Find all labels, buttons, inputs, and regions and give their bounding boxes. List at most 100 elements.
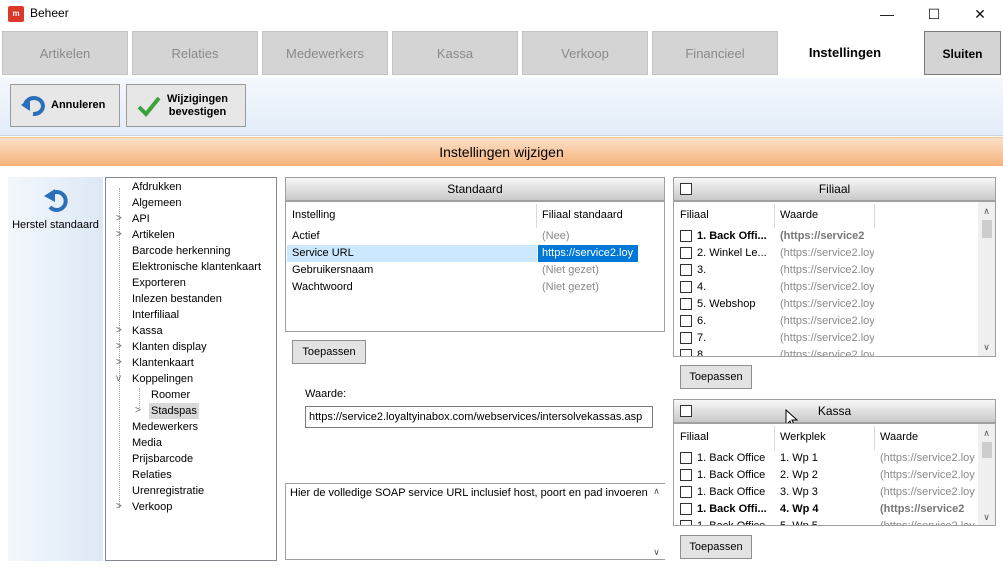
setting-value[interactable]: (Nee) bbox=[542, 228, 570, 245]
scroll-thumb[interactable] bbox=[982, 442, 992, 458]
title-bar: m Beheer — ☐ ✕ bbox=[0, 0, 1003, 28]
kassa-value[interactable]: (https://service2.loy bbox=[880, 518, 976, 525]
row-checkbox[interactable] bbox=[680, 281, 692, 293]
filiaal-value[interactable]: (https://service2.loy bbox=[780, 296, 874, 313]
kassa-value[interactable]: (https://service2 bbox=[880, 501, 976, 518]
kassa-werkplek[interactable]: 3. Wp 3 bbox=[780, 484, 874, 501]
row-checkbox[interactable] bbox=[680, 469, 692, 481]
kassa-werkplek[interactable]: 4. Wp 4 bbox=[780, 501, 874, 518]
cancel-label: Annuleren bbox=[51, 99, 106, 111]
tab-relaties[interactable]: Relaties bbox=[132, 31, 258, 75]
setting-row[interactable]: Gebruikersnaam bbox=[292, 262, 373, 279]
filiaal-value[interactable]: (https://service2.loy bbox=[780, 279, 874, 296]
filiaal-scrollbar[interactable]: ∧ ∨ bbox=[978, 202, 995, 356]
setting-value[interactable]: (Niet gezet) bbox=[542, 279, 599, 296]
row-checkbox[interactable] bbox=[680, 247, 692, 259]
scroll-up-icon[interactable]: ∧ bbox=[648, 484, 665, 498]
scroll-up-icon[interactable]: ∧ bbox=[978, 204, 995, 218]
kassa-filiaal[interactable]: 1. Back Office bbox=[697, 467, 772, 484]
kassa-scrollbar[interactable]: ∧ ∨ bbox=[978, 424, 995, 525]
maximize-icon[interactable]: ☐ bbox=[911, 0, 957, 28]
kassa-filiaal[interactable]: 1. Back Office bbox=[697, 518, 772, 525]
setting-row[interactable]: Wachtwoord bbox=[292, 279, 353, 296]
scroll-up-icon[interactable]: ∧ bbox=[978, 426, 995, 440]
col-header-filiaal: Filiaal bbox=[680, 431, 709, 443]
scroll-down-icon[interactable]: ∨ bbox=[978, 510, 995, 524]
col-header-default: Filiaal standaard bbox=[542, 209, 623, 221]
kassa-filiaal[interactable]: 1. Back Offi... bbox=[697, 501, 772, 518]
tab-instellingen[interactable]: Instellingen bbox=[780, 28, 910, 78]
tab-medewerkers[interactable]: Medewerkers bbox=[262, 31, 388, 75]
waarde-input[interactable]: https://service2.loyaltyinabox.com/webse… bbox=[305, 406, 653, 428]
kassa-header: Kassa bbox=[673, 399, 996, 423]
row-checkbox[interactable] bbox=[680, 264, 692, 276]
filiaal-name[interactable]: 6. bbox=[697, 313, 772, 330]
filiaal-name[interactable]: 4. bbox=[697, 279, 772, 296]
reset-defaults-button[interactable]: Herstel standaard bbox=[8, 177, 103, 561]
kassa-filiaal[interactable]: 1. Back Office bbox=[697, 450, 772, 467]
filiaal-value[interactable]: (https://service2 bbox=[780, 228, 874, 245]
row-checkbox[interactable] bbox=[680, 298, 692, 310]
row-checkbox[interactable] bbox=[680, 503, 692, 515]
setting-value[interactable]: (Niet gezet) bbox=[542, 262, 599, 279]
setting-row-selected[interactable]: Service URL bbox=[292, 245, 532, 262]
row-checkbox[interactable] bbox=[680, 230, 692, 242]
filiaal-value[interactable]: (https://service2.loy bbox=[780, 347, 874, 356]
col-header-waarde: Waarde bbox=[880, 431, 919, 443]
standaard-apply-button[interactable]: Toepassen bbox=[292, 340, 366, 364]
kassa-werkplek[interactable]: 2. Wp 2 bbox=[780, 467, 874, 484]
filiaal-name[interactable]: 8. bbox=[697, 347, 772, 356]
row-checkbox[interactable] bbox=[680, 520, 692, 525]
filiaal-name[interactable]: 1. Back Offi... bbox=[697, 228, 772, 245]
row-checkbox[interactable] bbox=[680, 486, 692, 498]
waarde-label: Waarde: bbox=[305, 388, 347, 400]
description-scrollbar[interactable]: ∧ ∨ bbox=[648, 484, 665, 559]
kassa-apply-button[interactable]: Toepassen bbox=[680, 535, 752, 559]
kassa-value[interactable]: (https://service2.loy bbox=[880, 450, 976, 467]
window-title: Beheer bbox=[30, 6, 69, 20]
confirm-label: Wijzigingen bevestigen bbox=[167, 85, 228, 126]
kassa-select-all-checkbox[interactable] bbox=[680, 405, 692, 417]
row-checkbox[interactable] bbox=[680, 452, 692, 464]
kassa-werkplek[interactable]: 1. Wp 1 bbox=[780, 450, 874, 467]
reset-icon bbox=[44, 189, 68, 212]
kassa-filiaal[interactable]: 1. Back Office bbox=[697, 484, 772, 501]
filiaal-name[interactable]: 5. Webshop bbox=[697, 296, 772, 313]
scroll-thumb[interactable] bbox=[982, 220, 992, 238]
filiaal-value[interactable]: (https://service2.loy bbox=[780, 330, 874, 347]
minimize-icon[interactable]: — bbox=[864, 0, 910, 28]
tab-financieel[interactable]: Financieel bbox=[652, 31, 778, 75]
setting-row[interactable]: Actief bbox=[292, 228, 532, 245]
col-header-waarde: Waarde bbox=[780, 209, 819, 221]
row-checkbox[interactable] bbox=[680, 332, 692, 344]
tab-verkoop[interactable]: Verkoop bbox=[522, 31, 648, 75]
tab-kassa[interactable]: Kassa bbox=[392, 31, 518, 75]
settings-tree: Afdrukken Algemeen > API > Artikelen Barco… bbox=[105, 177, 277, 561]
scroll-down-icon[interactable]: ∨ bbox=[978, 340, 995, 354]
kassa-value[interactable]: (https://service2.loy bbox=[880, 467, 976, 484]
confirm-changes-button[interactable]: Wijzigingen bevestigen bbox=[126, 84, 246, 127]
filiaal-value[interactable]: (https://service2.loy bbox=[780, 245, 874, 262]
undo-icon bbox=[21, 96, 45, 117]
filiaal-value[interactable]: (https://service2.loy bbox=[780, 262, 874, 279]
filiaal-name[interactable]: 3. bbox=[697, 262, 772, 279]
column-separator bbox=[874, 426, 875, 450]
kassa-value[interactable]: (https://service2.loy bbox=[880, 484, 976, 501]
row-checkbox[interactable] bbox=[680, 315, 692, 327]
kassa-werkplek[interactable]: 5. Wp 5 bbox=[780, 518, 874, 525]
cancel-button[interactable]: Annuleren bbox=[10, 84, 120, 127]
filiaal-select-all-checkbox[interactable] bbox=[680, 183, 692, 195]
close-button[interactable]: Sluiten bbox=[924, 31, 1001, 75]
filiaal-title: Filiaal bbox=[818, 182, 851, 196]
setting-value-selected[interactable]: https://service2.loy bbox=[542, 245, 638, 262]
scroll-down-icon[interactable]: ∨ bbox=[648, 545, 665, 559]
close-icon[interactable]: ✕ bbox=[957, 0, 1003, 28]
filiaal-name[interactable]: 7. bbox=[697, 330, 772, 347]
filiaal-value[interactable]: (https://service2.loy bbox=[780, 313, 874, 330]
row-checkbox[interactable] bbox=[680, 349, 692, 356]
checkmark-icon bbox=[137, 96, 161, 117]
kassa-title: Kassa bbox=[817, 404, 852, 418]
tab-artikelen[interactable]: Artikelen bbox=[2, 31, 128, 75]
filiaal-name[interactable]: 2. Winkel Le... bbox=[697, 245, 772, 262]
filiaal-apply-button[interactable]: Toepassen bbox=[680, 365, 752, 389]
